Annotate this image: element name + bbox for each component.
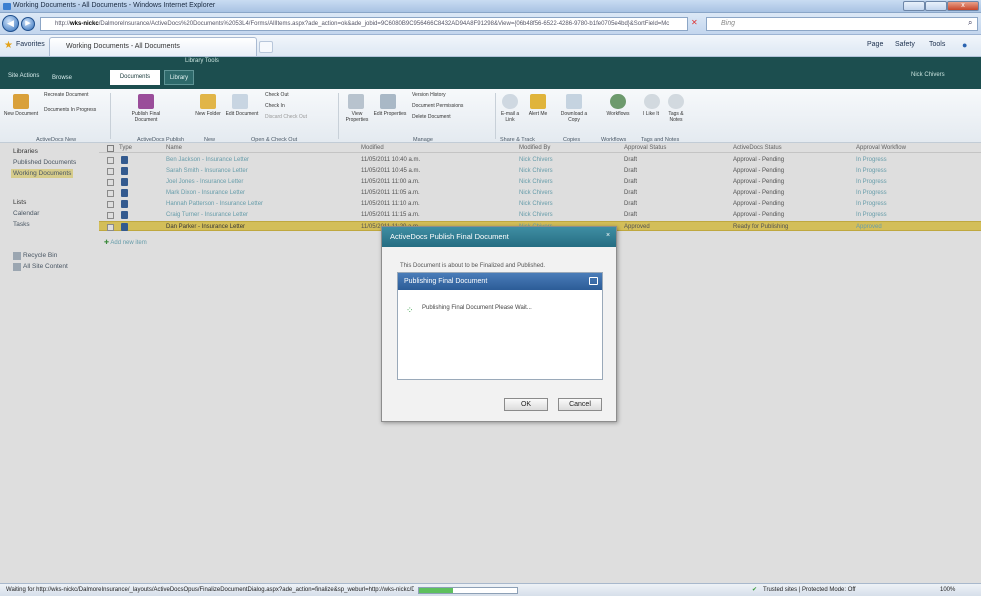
cancel-button[interactable]: Cancel [558, 398, 602, 411]
edit-document-icon[interactable] [232, 94, 248, 109]
progress-dialog-title: Publishing Final Document [398, 273, 602, 290]
download-icon[interactable] [566, 94, 582, 109]
publish-final-document-button[interactable]: Publish Final Document [120, 111, 172, 123]
check-icon: ✔ [752, 587, 758, 593]
search-input[interactable]: Bing [706, 17, 978, 31]
tags-icon[interactable] [668, 94, 684, 109]
url-path: /DalmoreInsurance/ActiveDocs%20Documents… [98, 21, 670, 27]
publish-dialog: ActiveDocs Publish Final Document × This… [381, 226, 617, 422]
new-folder-button[interactable]: New Folder [193, 111, 223, 117]
tools-menu[interactable]: Tools [929, 41, 945, 48]
minimize-button[interactable] [903, 1, 925, 11]
window-title: Working Documents - All Documents - Wind… [13, 2, 216, 9]
new-document-icon[interactable] [13, 94, 29, 109]
progress-dialog: Publishing Final Document ⁘ Publishing F… [397, 272, 603, 380]
tags-notes-button[interactable]: Tags & Notes [663, 111, 689, 123]
folder-icon[interactable] [200, 94, 216, 109]
alert-icon[interactable] [530, 94, 546, 109]
documents-in-progress-button[interactable]: Documents In Progress [44, 107, 96, 113]
publish-icon[interactable] [138, 94, 154, 109]
ribbon: New Document Recreate Document Documents… [0, 89, 981, 143]
dialog-title: ActiveDocs Publish Final Document [382, 227, 616, 247]
tab-library[interactable]: Library [164, 70, 194, 85]
edit-properties-icon[interactable] [380, 94, 396, 109]
maximize-icon[interactable] [589, 277, 598, 285]
alert-me-button[interactable]: Alert Me [526, 111, 550, 117]
address-bar[interactable]: http://wks-nickc/DalmoreInsurance/Active… [40, 17, 688, 31]
version-history-button[interactable]: Version History [412, 92, 446, 98]
browser-tab[interactable]: Working Documents - All Documents [49, 37, 257, 56]
check-in-button[interactable]: Check In [265, 103, 285, 109]
zoom-level[interactable]: 100% [940, 584, 955, 596]
tab-documents[interactable]: Documents [110, 70, 160, 85]
library-tools-label: Library Tools [185, 58, 219, 64]
workflows-icon[interactable] [610, 94, 626, 109]
tab-label: Working Documents - All Documents [66, 43, 180, 50]
safety-menu[interactable]: Safety [895, 41, 915, 48]
document-permissions-button[interactable]: Document Permissions [412, 103, 463, 109]
recreate-document-button[interactable]: Recreate Document [44, 92, 88, 98]
progress-message: Publishing Final Document Please Wait... [422, 305, 532, 311]
tab-browse[interactable]: Browse [52, 75, 72, 81]
dialog-close-icon[interactable]: × [606, 232, 610, 239]
help-icon[interactable]: ● [962, 40, 967, 50]
favorites-star-icon[interactable]: ★ [4, 40, 13, 51]
site-actions-menu[interactable]: Site Actions [8, 73, 39, 79]
search-icon[interactable]: ⌕ [968, 18, 972, 28]
separator [110, 93, 111, 139]
email-icon[interactable] [502, 94, 518, 109]
favorites-button[interactable]: Favorites [16, 41, 45, 48]
spinner-icon: ⁘ [406, 305, 414, 315]
like-icon[interactable] [644, 94, 660, 109]
new-tab-button[interactable] [259, 41, 273, 53]
security-zone[interactable]: Trusted sites | Protected Mode: Off [763, 584, 856, 596]
status-text: Waiting for http://wks-nickc/DalmoreInsu… [6, 587, 414, 593]
maximize-button[interactable] [925, 1, 947, 11]
progress-fill [419, 588, 454, 593]
view-properties-icon[interactable] [348, 94, 364, 109]
url-host: wks-nickc [70, 21, 99, 27]
close-button[interactable]: x [947, 1, 979, 11]
edit-document-button[interactable]: Edit Document [225, 111, 259, 117]
status-bar: Waiting for http://wks-nickc/DalmoreInsu… [0, 583, 981, 596]
dialog-message: This Document is about to be Finalized a… [400, 263, 546, 269]
workflows-button[interactable]: Workflows [600, 111, 636, 117]
favorites-bar: ★ Favorites Working Documents - All Docu… [0, 35, 981, 57]
stop-icon[interactable]: ✕ [691, 18, 698, 27]
forward-icon[interactable]: ▶ [21, 17, 35, 31]
sharepoint-header: Library Tools Site Actions Browse Docume… [0, 57, 981, 89]
edit-properties-button[interactable]: Edit Properties [373, 111, 407, 117]
back-icon[interactable]: ◀ [2, 15, 19, 32]
window-title-bar: Working Documents - All Documents - Wind… [0, 0, 981, 13]
user-menu[interactable]: Nick Chivers [911, 72, 945, 78]
page-menu[interactable]: Page [867, 41, 883, 48]
separator [495, 93, 496, 139]
url-prefix: http:// [55, 21, 71, 27]
delete-document-button[interactable]: Delete Document [412, 114, 451, 120]
email-link-button[interactable]: E-mail a Link [497, 111, 523, 123]
ie-icon [3, 3, 11, 10]
new-document-button[interactable]: New Document [3, 111, 39, 117]
separator [338, 93, 339, 139]
download-copy-button[interactable]: Download a Copy [556, 111, 592, 123]
page-load-progress [418, 587, 518, 594]
check-out-button[interactable]: Check Out [265, 92, 289, 98]
view-properties-button[interactable]: View Properties [340, 111, 374, 123]
navigation-bar: ◀ ▶ http://wks-nickc/DalmoreInsurance/Ac… [0, 13, 981, 35]
ok-button[interactable]: OK [504, 398, 548, 411]
i-like-it-button[interactable]: I Like It [638, 111, 664, 117]
discard-check-out-button[interactable]: Discard Check Out [265, 114, 307, 120]
